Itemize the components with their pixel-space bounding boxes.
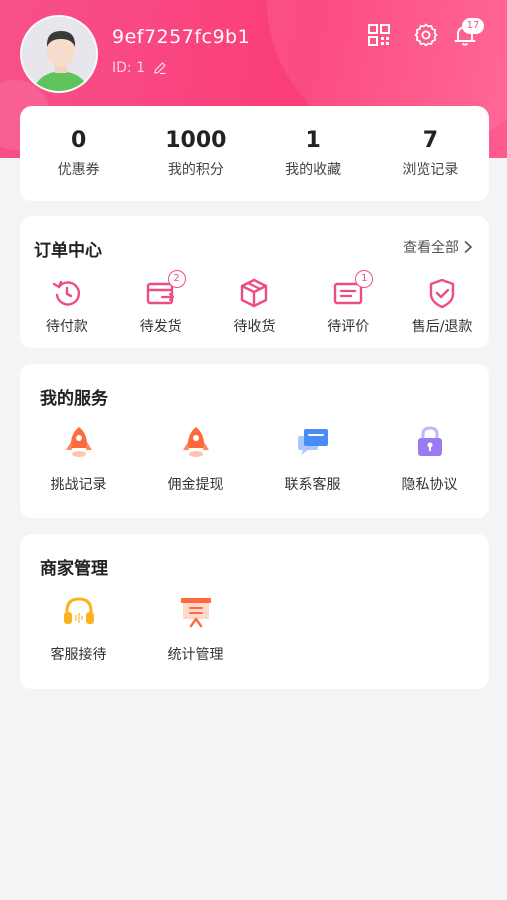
stat-points[interactable]: 1000 我的积分 [137,106,254,201]
user-id: ID: 1 [112,60,167,76]
stat-label: 浏览记录 [402,162,459,178]
order-count-badge: 2 [167,270,186,288]
presentation-icon [180,598,211,628]
order-item-label: 待发货 [139,319,182,335]
stat-value: 1 [305,128,321,153]
order-pending-review[interactable]: 1 待评价 [301,270,395,336]
view-all-label: 查看全部 [403,240,459,256]
services-card: 我的服务 挑战记录 佣金提现 联系客服 隐私协议 [20,364,489,518]
service-label: 联系客服 [284,477,341,493]
gear-icon[interactable] [413,22,439,48]
lock-icon [417,426,442,456]
chevron-right-icon [464,240,473,254]
order-center-title: 订单中心 [34,241,102,261]
chat-icon [297,429,328,455]
clock-icon [52,280,80,306]
username: 9ef7257fc9b1 [112,26,251,48]
notification-badge: 17 [462,18,484,34]
service-privacy-policy[interactable]: 隐私协议 [371,424,488,494]
box-icon [241,278,268,308]
stat-value: 7 [422,128,439,153]
edit-icon[interactable] [153,61,167,75]
stat-label: 我的收藏 [285,162,342,178]
service-label: 佣金提现 [167,477,224,493]
merchant-card: 商家管理 客服接待 统计管理 [20,534,489,689]
service-label: 隐私协议 [401,477,458,493]
order-pending-payment[interactable]: 待付款 [20,276,114,336]
shield-icon [429,278,455,309]
services-title: 我的服务 [40,389,108,409]
order-item-label: 待收货 [233,319,276,335]
merchant-title: 商家管理 [40,559,108,579]
order-item-label: 售后/退款 [411,319,473,335]
order-count-badge: 1 [355,270,374,288]
order-after-sales[interactable]: 售后/退款 [395,276,489,336]
stat-coupons[interactable]: 0 优惠券 [20,106,137,201]
order-item-label: 待付款 [45,319,88,335]
user-id-text: ID: 1 [112,60,145,76]
stat-label: 我的积分 [167,162,224,178]
order-pending-receipt[interactable]: 待收货 [208,276,302,336]
service-contact-support[interactable]: 联系客服 [254,424,371,494]
stat-history[interactable]: 7 浏览记录 [372,106,489,201]
stat-value: 0 [70,128,87,153]
avatar[interactable] [20,15,98,93]
order-item-label: 待评价 [327,319,370,335]
merchant-customer-service[interactable]: 客服接待 [20,594,137,664]
order-pending-shipment[interactable]: 2 待发货 [114,270,208,336]
service-challenge-records[interactable]: 挑战记录 [20,424,137,494]
view-all-orders-link[interactable]: 查看全部 [403,237,473,257]
stat-value: 1000 [165,128,227,153]
headset-icon [63,597,94,624]
service-label: 挑战记录 [50,477,107,493]
order-center-card: 订单中心 查看全部 待付款 2 待发货 待收货 1 待评价 售后/退款 [20,216,489,348]
stats-card: 0 优惠券 1000 我的积分 1 我的收藏 7 浏览记录 [20,106,489,201]
qr-code-icon[interactable] [366,22,392,48]
service-commission-withdraw[interactable]: 佣金提现 [137,424,254,494]
stat-label: 优惠券 [57,162,100,178]
merchant-statistics[interactable]: 统计管理 [137,594,254,664]
merchant-label: 统计管理 [167,647,224,663]
rocket-icon [65,427,92,457]
stat-favorites[interactable]: 1 我的收藏 [255,106,372,201]
merchant-label: 客服接待 [50,647,107,663]
rocket-icon [182,427,209,457]
